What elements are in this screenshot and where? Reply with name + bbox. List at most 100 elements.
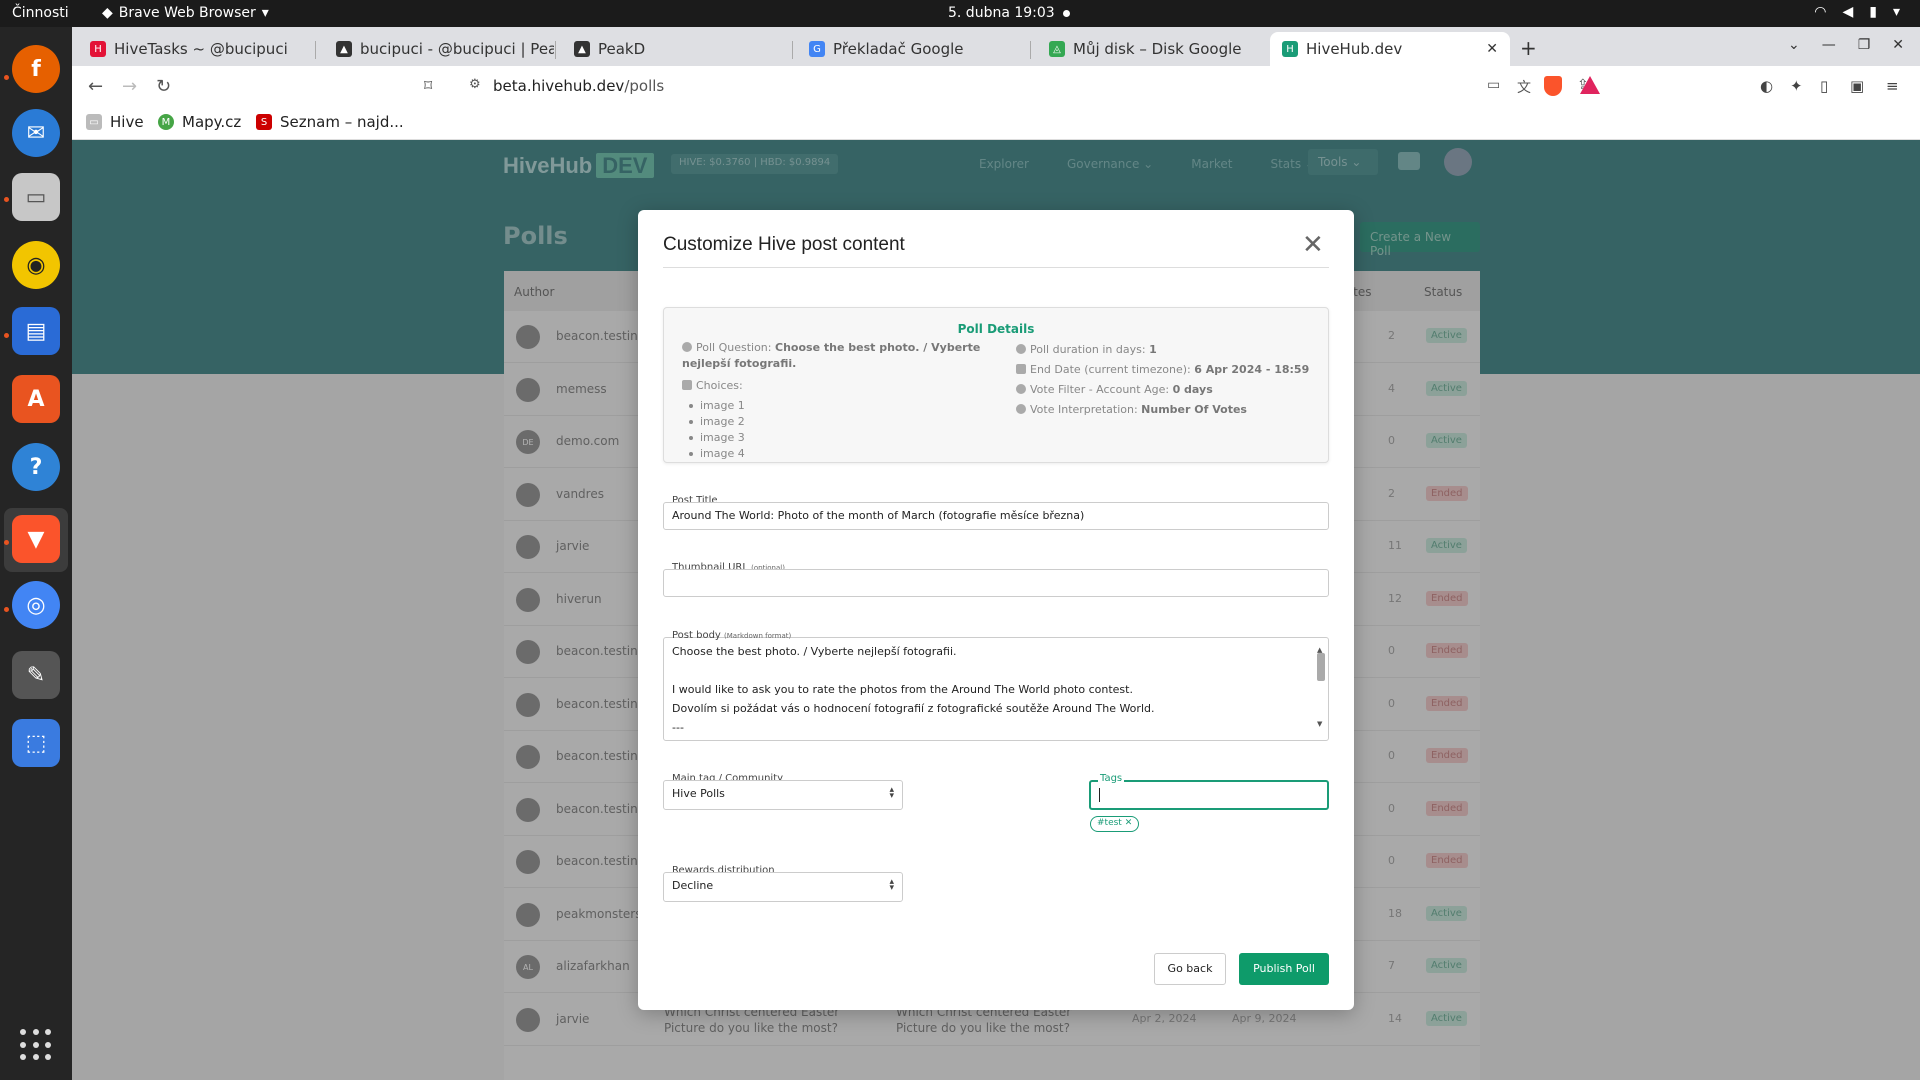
reload-icon[interactable]: ↻	[156, 76, 171, 97]
main-tag-select[interactable]: Hive Polls ▴ ▾	[663, 780, 903, 810]
wifi-icon: ◠	[1814, 4, 1827, 20]
main-tag-value: Hive Polls	[672, 787, 725, 800]
bookmark-seznam[interactable]: S Seznam – najd...	[256, 113, 404, 131]
tab-hivetasks[interactable]: H HiveTasks ~ @bucipuci	[78, 32, 298, 66]
bookmark-label: Mapy.cz	[182, 113, 242, 131]
tab-label: bucipuci - @bucipuci | PeakD	[360, 40, 554, 58]
activities-button[interactable]: Činnosti	[12, 5, 69, 21]
show-apps-icon[interactable]	[20, 1029, 52, 1061]
address-bar[interactable]: ⚙ beta.hivehub.dev/polls ▭ 文 ⊖ ⇪	[457, 70, 1589, 102]
text-caret	[1099, 788, 1100, 802]
translate-icon[interactable]: 文	[1517, 77, 1531, 97]
textarea-scrollbar[interactable]: ▲ ▼	[1315, 639, 1327, 739]
maximize-icon[interactable]: ❐	[1858, 37, 1871, 53]
tab-google-drive[interactable]: ◬ Můj disk – Disk Google	[1037, 32, 1267, 66]
url-text[interactable]: beta.hivehub.dev/polls	[493, 77, 664, 95]
post-body-textarea[interactable]: Choose the best photo. / Vyberte nejlepš…	[663, 637, 1329, 741]
choices-label: Choices:	[696, 379, 743, 392]
list-item: image 1	[682, 398, 982, 414]
minimize-icon[interactable]: —	[1822, 37, 1836, 53]
close-window-icon[interactable]: ✕	[1892, 37, 1904, 53]
running-indicator	[4, 607, 9, 612]
writer-icon[interactable]: ▤	[12, 307, 60, 355]
clock-icon	[1016, 344, 1026, 354]
rewards-value: Decline	[672, 879, 714, 892]
back-icon[interactable]: ←	[88, 76, 103, 97]
firefox-icon[interactable]: f	[12, 45, 60, 93]
tag-chip[interactable]: #test ✕	[1090, 816, 1140, 832]
tags-input[interactable]	[1089, 780, 1329, 810]
sidebar-icon[interactable]: ▯	[1820, 77, 1828, 95]
dock: f ✉ ▭ ◉ ▤ A ? ▼ ◎ ✎ ⬚	[0, 27, 72, 1080]
tab-google-translate[interactable]: G Překladač Google	[797, 32, 1027, 66]
tab-label: Překladač Google	[833, 40, 964, 58]
go-back-button[interactable]: Go back	[1154, 953, 1226, 985]
post-title-input[interactable]: Around The World: Photo of the month of …	[663, 502, 1329, 530]
peakd-favicon-icon: ▲	[574, 41, 590, 57]
scroll-thumb[interactable]	[1317, 653, 1325, 681]
cast-icon[interactable]: ▭	[1487, 77, 1500, 93]
battery-icon: ▮	[1869, 4, 1877, 20]
post-body-label: Post body (Markdown format)	[672, 630, 792, 641]
tag-chip-label: #test	[1097, 818, 1122, 828]
question-icon	[682, 342, 692, 352]
body-line: Dovolím si požádat vás o hodnocení fotog…	[672, 702, 1155, 715]
brave-dock-icon[interactable]: ▼	[12, 515, 60, 563]
help-icon[interactable]: ?	[12, 443, 60, 491]
brave-rewards-icon[interactable]	[1580, 76, 1600, 94]
screenshot-icon[interactable]: ⬚	[12, 719, 60, 767]
bookmark-hive[interactable]: ▭ Hive	[86, 113, 144, 131]
app-menu[interactable]: ◆ Brave Web Browser ▾	[102, 5, 269, 21]
peakd-favicon-icon: ▲	[336, 41, 352, 57]
list-icon	[682, 380, 692, 390]
poll-end-date: 6 Apr 2024 - 18:59	[1194, 363, 1310, 376]
bookmark-mapy[interactable]: M Mapy.cz	[158, 113, 241, 131]
running-indicator	[4, 75, 9, 80]
gimp-icon[interactable]: ✎	[12, 651, 60, 699]
clock[interactable]: 5. dubna 19:03	[948, 5, 1055, 21]
divider	[663, 267, 1329, 268]
translate-favicon-icon: G	[809, 41, 825, 57]
calendar-icon	[1016, 364, 1026, 374]
interp-label: Vote Interpretation:	[1030, 403, 1138, 416]
publish-poll-button[interactable]: Publish Poll	[1239, 953, 1329, 985]
tab-label: PeakD	[598, 40, 646, 58]
brave-shields-icon[interactable]	[1544, 76, 1562, 96]
files-icon[interactable]: ▭	[12, 173, 60, 221]
profile-icon[interactable]: ◐	[1760, 77, 1773, 95]
hivehub-favicon-icon: H	[1282, 41, 1298, 57]
body-line	[672, 661, 1320, 680]
chromium-icon[interactable]: ◎	[12, 581, 60, 629]
poll-details-heading: Poll Details	[957, 322, 1035, 336]
body-line: ---	[672, 721, 684, 734]
volume-icon: ◀	[1842, 4, 1854, 20]
rewards-select[interactable]: Decline ▴ ▾	[663, 872, 903, 902]
software-icon[interactable]: A	[12, 375, 60, 423]
tab-strip: H HiveTasks ~ @bucipuci ▲ bucipuci - @bu…	[72, 27, 1920, 66]
system-top-bar: Činnosti ◆ Brave Web Browser ▾ 5. dubna …	[0, 0, 1920, 27]
bookmark-icon[interactable]: ⌑	[424, 76, 432, 95]
power-menu-icon: ▾	[1892, 4, 1900, 20]
tab-hivehub[interactable]: H HiveHub.dev ✕	[1270, 32, 1510, 66]
thunderbird-icon[interactable]: ✉	[12, 109, 60, 157]
menu-icon[interactable]: ≡	[1886, 77, 1899, 95]
forward-icon[interactable]: →	[122, 76, 137, 97]
close-tab-icon[interactable]: ✕	[1486, 41, 1498, 57]
thumbnail-url-input[interactable]	[663, 569, 1329, 597]
vote-interpretation: Number Of Votes	[1141, 403, 1247, 416]
close-icon[interactable]: ✕	[1302, 232, 1324, 258]
tab-peakd-profile[interactable]: ▲ bucipuci - @bucipuci | PeakD	[324, 32, 554, 66]
site-settings-icon[interactable]: ⚙	[469, 77, 481, 92]
tab-search-icon[interactable]: ⌄	[1788, 37, 1800, 53]
rhythmbox-icon[interactable]: ◉	[12, 241, 60, 289]
remove-tag-icon[interactable]: ✕	[1125, 818, 1133, 828]
scroll-down-icon[interactable]: ▼	[1317, 715, 1322, 734]
end-label: End Date (current timezone):	[1030, 363, 1191, 376]
brave-icon: ◆	[102, 5, 113, 21]
filter-label: Vote Filter - Account Age:	[1030, 383, 1170, 396]
wallet-icon[interactable]: ▣	[1850, 77, 1864, 95]
new-tab-icon[interactable]: +	[1520, 36, 1537, 60]
system-tray[interactable]: ◠ ◀ ▮ ▾	[1814, 4, 1900, 20]
tab-peakd[interactable]: ▲ PeakD	[562, 32, 762, 66]
extensions-icon[interactable]: ✦	[1790, 77, 1803, 95]
